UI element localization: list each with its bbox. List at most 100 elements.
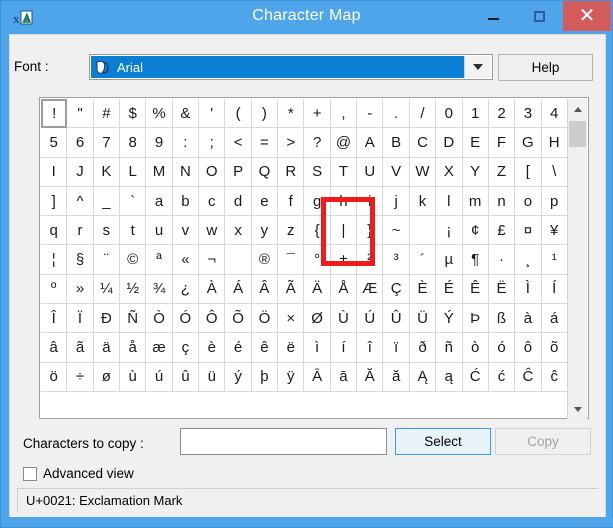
- character-cell[interactable]: u: [146, 216, 173, 246]
- character-cell[interactable]: þ: [251, 362, 279, 392]
- character-cell[interactable]: Ó: [172, 304, 200, 334]
- character-cell[interactable]: Ù: [330, 304, 358, 334]
- character-cell[interactable]: ă: [383, 362, 410, 392]
- character-cell[interactable]: ®: [251, 245, 279, 275]
- character-cell[interactable]: ü: [199, 362, 226, 392]
- character-cell[interactable]: ³: [383, 245, 410, 275]
- character-cell[interactable]: ð: [409, 333, 437, 363]
- character-cell[interactable]: z: [278, 216, 305, 246]
- character-cell[interactable]: l: [436, 186, 463, 217]
- character-cell[interactable]: Å: [330, 274, 358, 305]
- character-cell[interactable]: P: [225, 157, 252, 187]
- character-cell[interactable]: Õ: [225, 304, 252, 334]
- character-cell[interactable]: ÷: [67, 362, 94, 392]
- character-cell[interactable]: ß: [488, 304, 516, 334]
- character-cell[interactable]: 6: [67, 128, 94, 158]
- character-cell[interactable]: 7: [93, 128, 121, 158]
- character-cell[interactable]: Ü: [409, 304, 437, 334]
- character-cell[interactable]: ¹: [541, 245, 568, 275]
- character-cell[interactable]: ć: [488, 362, 516, 392]
- character-cell[interactable]: ©: [120, 245, 147, 275]
- character-cell[interactable]: ¤: [515, 216, 542, 246]
- advanced-view-row[interactable]: Advanced view: [23, 466, 134, 481]
- character-cell[interactable]: ª: [146, 245, 173, 275]
- character-cell[interactable]: ý: [225, 362, 252, 392]
- character-cell[interactable]: I: [41, 157, 68, 187]
- character-cell[interactable]: Ú: [357, 304, 384, 334]
- character-cell[interactable]: é: [225, 333, 252, 363]
- character-cell[interactable]: ,: [330, 99, 358, 129]
- character-cell[interactable]: S: [304, 157, 331, 187]
- character-cell[interactable]: k: [409, 186, 437, 217]
- character-cell[interactable]: ]: [41, 186, 68, 217]
- character-cell[interactable]: *: [278, 99, 305, 129]
- character-cell[interactable]: ·: [488, 245, 516, 275]
- character-cell[interactable]: Ø: [304, 304, 331, 334]
- character-cell[interactable]: Y: [462, 157, 489, 187]
- character-cell[interactable]: 0: [436, 99, 463, 129]
- character-cell[interactable]: Ā: [304, 362, 331, 392]
- character-cell[interactable]: Á: [225, 274, 252, 305]
- character-cell[interactable]: f: [278, 186, 305, 217]
- character-cell[interactable]: å: [120, 333, 147, 363]
- character-cell[interactable]: g: [304, 186, 331, 217]
- scroll-up-button[interactable]: [568, 99, 587, 119]
- character-cell[interactable]: 4: [541, 99, 568, 129]
- character-cell[interactable]: ¿: [172, 274, 200, 305]
- character-cell[interactable]: ^: [67, 186, 94, 217]
- character-cell[interactable]: c: [199, 186, 226, 217]
- character-cell[interactable]: ): [251, 99, 279, 129]
- character-cell[interactable]: ñ: [436, 333, 463, 363]
- character-cell[interactable]: Û: [383, 304, 410, 334]
- character-cell[interactable]: ë: [278, 333, 305, 363]
- character-cell[interactable]: q: [41, 216, 68, 246]
- character-cell[interactable]: !: [41, 99, 68, 129]
- characters-to-copy-input[interactable]: [180, 428, 387, 455]
- character-cell[interactable]: ô: [515, 333, 542, 363]
- font-combobox[interactable]: Arial: [89, 54, 493, 80]
- character-cell[interactable]: ú: [146, 362, 173, 392]
- character-cell[interactable]: ?: [304, 128, 331, 158]
- character-cell[interactable]: 5: [41, 128, 68, 158]
- character-cell[interactable]: (: [225, 99, 252, 129]
- character-cell[interactable]: w: [199, 216, 226, 246]
- character-cell[interactable]: :: [172, 128, 200, 158]
- character-cell[interactable]: ~: [383, 216, 410, 246]
- character-cell[interactable]: \: [541, 157, 568, 187]
- character-cell[interactable]: û: [172, 362, 200, 392]
- character-cell[interactable]: .: [383, 99, 410, 129]
- character-cell[interactable]: ì: [304, 333, 331, 363]
- character-cell[interactable]: Ð: [93, 304, 121, 334]
- character-cell[interactable]: j: [383, 186, 410, 217]
- character-cell[interactable]: 2: [488, 99, 516, 129]
- character-cell[interactable]: ò: [462, 333, 489, 363]
- character-cell[interactable]: #: [93, 99, 121, 129]
- character-cell[interactable]: ±: [330, 245, 358, 275]
- character-cell[interactable]: /: [409, 99, 437, 129]
- character-cell[interactable]: M: [146, 157, 173, 187]
- character-cell[interactable]: µ: [436, 245, 463, 275]
- character-cell[interactable]: É: [436, 274, 463, 305]
- character-cell[interactable]: Ă: [357, 362, 384, 392]
- character-cell[interactable]: G: [515, 128, 542, 158]
- character-cell[interactable]: Ô: [199, 304, 226, 334]
- character-cell[interactable]: ­: [225, 245, 252, 275]
- character-cell[interactable]: ã: [67, 333, 94, 363]
- character-cell[interactable]: Ñ: [120, 304, 147, 334]
- character-cell[interactable]: ¾: [146, 274, 173, 305]
- close-button[interactable]: ✕: [563, 1, 611, 31]
- character-cell[interactable]: Ą: [409, 362, 437, 392]
- character-cell[interactable]: T: [330, 157, 358, 187]
- character-cell[interactable]: ¶: [462, 245, 489, 275]
- character-cell[interactable]: È: [409, 274, 437, 305]
- character-cell[interactable]: À: [199, 274, 226, 305]
- character-cell[interactable]: d: [225, 186, 252, 217]
- character-cell[interactable]: Ç: [383, 274, 410, 305]
- character-cell[interactable]: ×: [278, 304, 305, 334]
- character-cell[interactable]: 3: [515, 99, 542, 129]
- character-cell[interactable]: ´: [409, 245, 437, 275]
- character-cell[interactable]: «: [172, 245, 200, 275]
- character-grid[interactable]: ! " # $% & '() * +, -./0 1 2 3 4 5 6 7 8 9:; < = >? @ A B C D E F G H…: [41, 99, 568, 419]
- character-cell[interactable]: {: [304, 216, 331, 246]
- character-cell[interactable]: A: [357, 128, 384, 158]
